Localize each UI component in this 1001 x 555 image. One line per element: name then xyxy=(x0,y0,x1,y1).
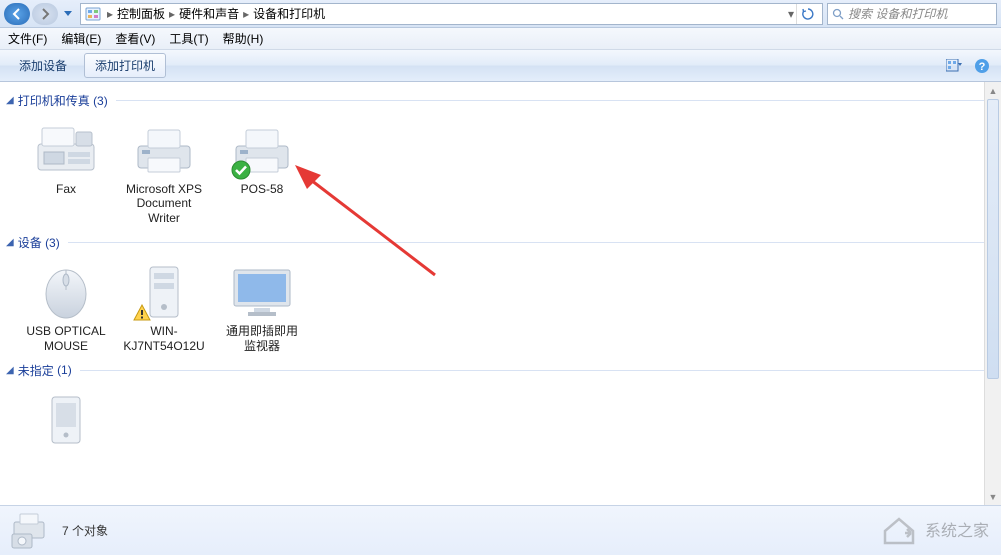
collapse-icon: ◢ xyxy=(6,237,14,248)
item-label: WIN-KJ7NT54O12U xyxy=(123,324,205,353)
item-label: POS-58 xyxy=(241,182,284,196)
nav-history-dropdown[interactable] xyxy=(60,11,76,17)
menubar: 文件(F) 编辑(E) 查看(V) 工具(T) 帮助(H) xyxy=(0,28,1001,50)
svg-text:?: ? xyxy=(979,61,986,73)
item-label: USB OPTICAL MOUSE xyxy=(25,324,107,353)
breadcrumb-sep: ▸ xyxy=(167,7,177,21)
menu-edit[interactable]: 编辑(E) xyxy=(61,30,101,47)
group-header-printers[interactable]: ◢ 打印机和传真 (3) xyxy=(6,92,991,109)
item-label: 通用即插即用监视器 xyxy=(221,324,303,353)
search-icon xyxy=(832,8,844,20)
view-mode-button[interactable] xyxy=(943,55,965,77)
device-item-unspecified[interactable] xyxy=(20,385,112,457)
group-header-unspecified[interactable]: ◢ 未指定 (1) xyxy=(6,362,991,379)
breadcrumb-devices-printers[interactable]: 设备和打印机 xyxy=(251,5,327,22)
device-item-xps[interactable]: Microsoft XPS Document Writer xyxy=(118,115,210,230)
printer-icon xyxy=(128,122,200,178)
back-icon xyxy=(11,8,23,20)
breadcrumb-sep: ▸ xyxy=(241,7,251,21)
scroll-thumb[interactable] xyxy=(987,99,999,379)
help-button[interactable]: ? xyxy=(971,55,993,77)
device-item-mouse[interactable]: USB OPTICAL MOUSE xyxy=(20,257,112,358)
group-title: 未指定 xyxy=(18,362,54,379)
scrollbar[interactable]: ▲ ▼ xyxy=(984,82,1001,505)
printers-items: Fax Microsoft XPS Document Writer xyxy=(20,115,991,230)
toolbar: 添加设备 添加打印机 ? xyxy=(0,50,1001,82)
unspecified-items xyxy=(20,385,991,457)
nav-forward-button[interactable] xyxy=(32,3,58,25)
device-item-fax[interactable]: Fax xyxy=(20,115,112,230)
device-item-pos58[interactable]: POS-58 xyxy=(216,115,308,230)
fax-icon xyxy=(30,122,102,178)
help-icon: ? xyxy=(974,58,990,74)
add-printer-button[interactable]: 添加打印机 xyxy=(84,53,166,78)
mouse-icon xyxy=(34,264,98,320)
breadcrumb-sep: ▸ xyxy=(105,7,115,21)
search-box[interactable]: 搜索 设备和打印机 xyxy=(827,3,997,25)
group-header-devices[interactable]: ◢ 设备 (3) xyxy=(6,234,991,251)
scroll-down-button[interactable]: ▼ xyxy=(985,488,1001,505)
chevron-down-icon xyxy=(64,11,72,17)
warning-icon xyxy=(133,304,151,322)
menu-help[interactable]: 帮助(H) xyxy=(223,30,264,47)
scroll-up-button[interactable]: ▲ xyxy=(985,82,1001,99)
add-device-button[interactable]: 添加设备 xyxy=(8,53,78,78)
control-panel-icon xyxy=(85,6,101,22)
menu-tools[interactable]: 工具(T) xyxy=(169,30,208,47)
address-bar[interactable]: ▸ 控制面板 ▸ 硬件和声音 ▸ 设备和打印机 ▾ xyxy=(80,3,823,25)
breadcrumb-control-panel[interactable]: 控制面板 xyxy=(115,5,167,22)
device-item-monitor[interactable]: 通用即插即用监视器 xyxy=(216,257,308,358)
collapse-icon: ◢ xyxy=(6,365,14,376)
refresh-icon xyxy=(802,8,814,20)
devices-items: USB OPTICAL MOUSE WIN-KJ7NT54O12U xyxy=(20,257,991,358)
item-label: Fax xyxy=(56,182,76,196)
statusbar: 7 个对象 xyxy=(0,505,1001,555)
item-label: Microsoft XPS Document Writer xyxy=(123,182,205,225)
nav-back-button[interactable] xyxy=(4,3,30,25)
group-count: (1) xyxy=(57,363,72,377)
device-icon xyxy=(38,391,94,449)
group-count: (3) xyxy=(93,94,108,108)
titlebar: ▸ 控制面板 ▸ 硬件和声音 ▸ 设备和打印机 ▾ 搜索 设备和打印机 xyxy=(0,0,1001,28)
content-area: ◢ 打印机和传真 (3) Fax xyxy=(0,82,1001,505)
monitor-icon xyxy=(228,264,296,320)
menu-view[interactable]: 查看(V) xyxy=(115,30,155,47)
group-title: 打印机和传真 xyxy=(18,92,90,109)
statusbar-count: 7 个对象 xyxy=(62,522,108,539)
collapse-icon: ◢ xyxy=(6,95,14,106)
statusbar-icon xyxy=(10,511,52,551)
group-title: 设备 xyxy=(18,234,42,251)
scroll-track[interactable] xyxy=(985,99,1001,488)
breadcrumb-hardware-sound[interactable]: 硬件和声音 xyxy=(177,5,241,22)
group-count: (3) xyxy=(45,236,60,250)
device-item-pc[interactable]: WIN-KJ7NT54O12U xyxy=(118,257,210,358)
breadcrumb-dropdown[interactable]: ▾ xyxy=(786,7,796,21)
default-check-icon xyxy=(231,160,251,180)
forward-icon xyxy=(39,8,51,20)
search-placeholder: 搜索 设备和打印机 xyxy=(848,5,947,22)
refresh-button[interactable] xyxy=(796,4,818,24)
view-mode-icon xyxy=(946,59,962,73)
menu-file[interactable]: 文件(F) xyxy=(8,30,47,47)
